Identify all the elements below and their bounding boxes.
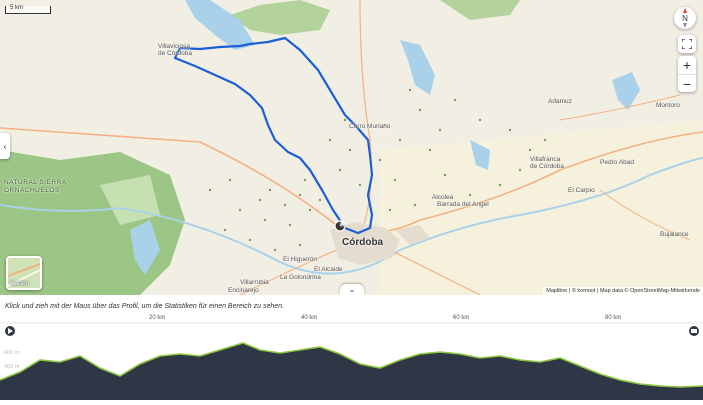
map-canvas[interactable] [0,0,703,295]
label-bujalance: Bujalance [660,231,689,238]
elevation-profile-chart[interactable]: 600 m 400 m [0,312,703,400]
label-la-golondrina: La Golondrina [280,274,321,281]
label-el-higueron: El Higuerón [283,256,317,263]
collapse-map-button[interactable]: ⌄ [340,284,364,295]
label-cerro-muriano: Cerro Muriano [349,123,391,130]
label-el-alcaide: El Alcaide [314,266,343,273]
zoom-in-button[interactable]: + [678,56,696,75]
compass-button[interactable]: N [674,7,696,29]
label-pedro-abad: Pedro Abad [600,159,634,166]
label-barrada: Barrada del Angel [437,201,489,208]
scale-bar: 5 km [5,5,51,14]
label-villafranca-2: de Córdoba [530,163,564,170]
elevation-label-400: 400 m [4,364,20,370]
compass-label: N [682,13,688,23]
sidebar-toggle-button[interactable]: ‹ [0,133,10,159]
fullscreen-icon [682,39,692,49]
scale-bar-label: 5 km [10,5,24,11]
label-el-carpio: El Carpio [568,187,595,194]
label-natural-park-1: NATURAL SIERRA [4,179,67,186]
elevation-profile[interactable]: 600 m 400 m [0,312,703,400]
label-cordoba: Córdoba [342,237,384,248]
zoom-out-button[interactable]: − [678,75,696,93]
start-marker[interactable]: A [340,222,344,228]
elevation-area [0,343,703,400]
map-type-label: Karten [10,280,30,287]
label-montoro: Montoro [656,102,680,109]
fullscreen-button[interactable] [678,35,696,53]
label-encinarejo: Encinarejo [228,287,259,294]
finish-icon [691,329,697,333]
zoom-controls: + − [678,56,696,92]
map-type-button[interactable]: Karten [6,256,42,290]
profile-hint: Klick und zieh mit der Maus über das Pro… [5,303,284,310]
label-adamuz: Adamuz [548,98,572,105]
label-villarrubia: Villarrubia [240,279,269,286]
map-view[interactable]: A 5 km Villaviciosa de Córdoba Cerro Mur… [0,0,703,295]
elevation-label-600: 600 m [4,350,20,356]
chevron-down-icon: ⌄ [348,285,356,294]
label-natural-park-2: ORNACHUELOS [4,187,60,194]
map-attribution[interactable]: Maplibre | © komoot | Map data © OpenStr… [543,287,703,295]
chevron-left-icon: ‹ [3,141,7,151]
label-villaviciosa-2: de Córdoba [158,50,192,57]
